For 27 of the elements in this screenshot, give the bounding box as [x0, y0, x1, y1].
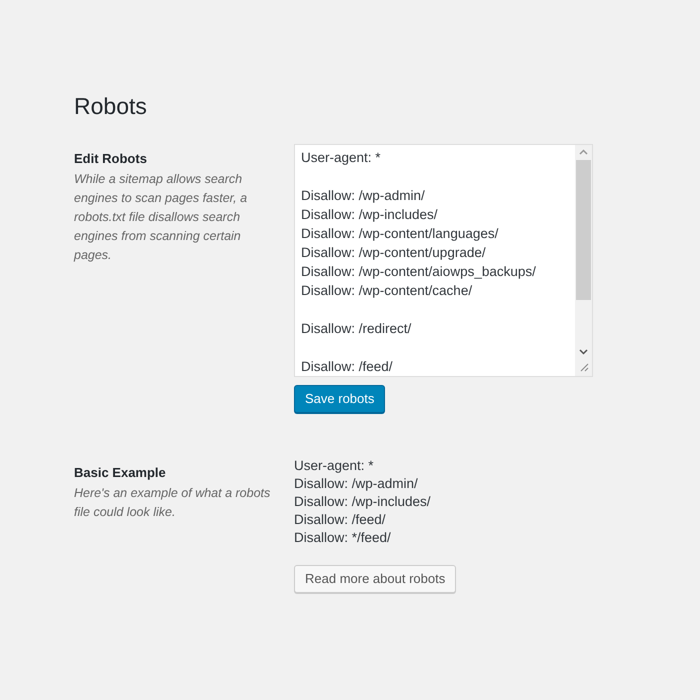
code-line: Disallow: /wp-content/cache/ [301, 282, 472, 300]
code-line: Disallow: /wp-admin/ [301, 187, 425, 205]
code-line: Disallow: /wp-content/languages/ [301, 225, 498, 243]
code-line: Disallow: /feed/ [301, 358, 393, 376]
section-description: While a sitemap allows search engines to scan pages faster, a robots.txt file disallows search engines from scanning certain pages. [74, 171, 248, 264]
example-line: Disallow: /feed/ [294, 511, 386, 529]
code-line: Disallow: /wp-content/aiowps_backups/ [301, 263, 536, 281]
resize-handle-icon[interactable] [578, 361, 589, 372]
scrollbar-thumb[interactable] [576, 160, 591, 300]
code-line: Disallow: /wp-includes/ [301, 206, 438, 224]
example-line: Disallow: */feed/ [294, 529, 391, 547]
section-description: Here's an example of what a robots file could look like. [74, 485, 272, 521]
example-line: Disallow: /wp-admin/ [294, 475, 418, 493]
scroll-down-icon[interactable] [579, 349, 588, 355]
save-robots-button[interactable]: Save robots [294, 385, 386, 413]
code-line: Disallow: /wp-content/upgrade/ [301, 244, 486, 262]
example-line: Disallow: /wp-includes/ [294, 493, 431, 511]
read-more-button[interactable]: Read more about robots [294, 565, 456, 593]
scrollbar[interactable] [575, 145, 592, 376]
code-line: Disallow: /redirect/ [301, 320, 412, 338]
example-line: User-agent: * [294, 457, 374, 475]
section-title: Edit Robots [74, 150, 148, 168]
robots-text-area[interactable] [294, 144, 593, 377]
section-title: Basic Example [74, 464, 167, 482]
code-line: User-agent: * [301, 149, 381, 167]
page-title: Robots [74, 92, 148, 120]
scroll-up-icon[interactable] [579, 149, 588, 155]
